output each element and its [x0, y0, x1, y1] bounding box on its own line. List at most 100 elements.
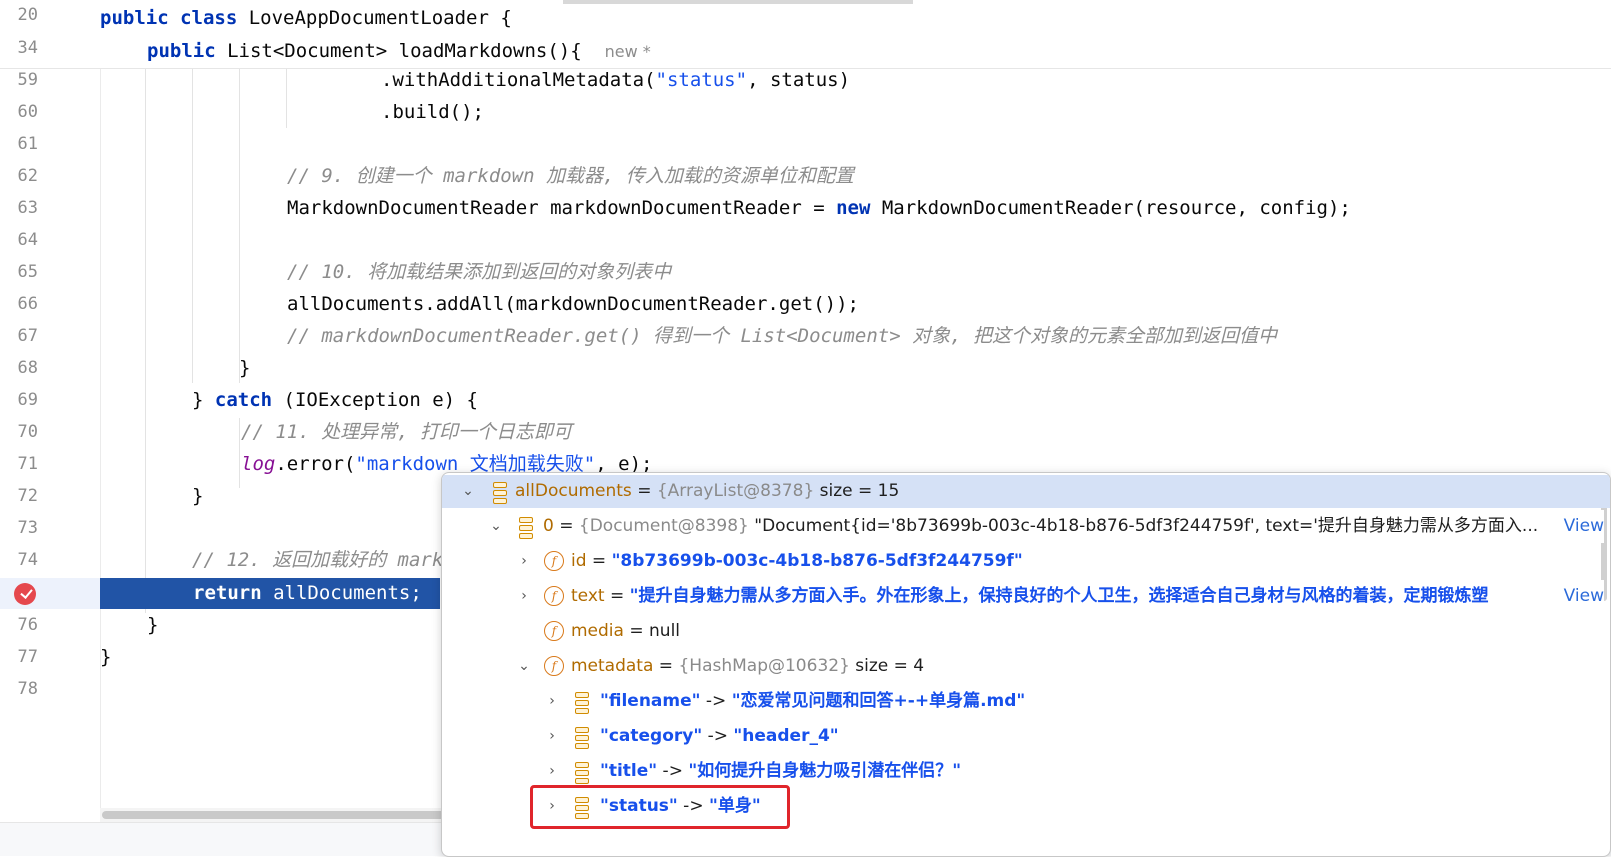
tree-node-allDocuments[interactable]: ⌄ allDocuments = {ArrayList@8378} size =…	[442, 475, 1610, 508]
line-number: 60	[17, 102, 38, 122]
arrow: ->	[702, 726, 734, 746]
equals-sign: =	[553, 516, 579, 536]
tree-node-map-entry[interactable]: › "category" -> "header_4"	[442, 720, 1610, 753]
keyword: return	[193, 582, 262, 604]
keyword: catch	[214, 389, 273, 411]
object-ref: {ArrayList@8378}	[656, 481, 815, 501]
tree-node-id[interactable]: › f id = "8b73699b-003c-4b18-b876-5df3f2…	[442, 545, 1610, 578]
code-line-66[interactable]: allDocuments.addAll(markdownDocumentRead…	[287, 288, 859, 320]
chevron-down-icon[interactable]: ⌄	[514, 650, 534, 683]
variable-name: metadata	[571, 656, 654, 676]
class-name: LoveAppDocumentLoader {	[237, 7, 512, 29]
tree-node-item-0[interactable]: ⌄ 0 = {Document@8398} "Document{id='8b73…	[442, 510, 1610, 543]
line-number: 67	[17, 326, 38, 346]
code-line-60[interactable]: .build();	[381, 96, 484, 128]
indent-guide	[145, 68, 146, 613]
code-text: (IOException e) {	[272, 389, 478, 411]
top-scroll-indicator[interactable]	[563, 0, 913, 4]
chevron-down-icon[interactable]: ⌄	[486, 510, 506, 543]
code-comment-67[interactable]: // markdownDocumentReader.get() 得到一个 Lis…	[287, 320, 1277, 352]
list-icon	[493, 482, 507, 504]
line-number: 72	[17, 486, 38, 506]
code-text: , status)	[747, 69, 851, 91]
line-number: 66	[17, 294, 38, 314]
tree-node-map-entry[interactable]: › "filename" -> "恋爱常见问题和回答+-+单身篇.md"	[442, 685, 1610, 718]
keyword: new	[836, 197, 871, 219]
tree-node-media[interactable]: f media = null	[442, 615, 1610, 648]
variable-name: text	[571, 586, 605, 606]
variable-name: allDocuments	[515, 481, 632, 501]
author-hint: new *	[604, 42, 651, 61]
code-line-72[interactable]: }	[192, 480, 203, 512]
code-text: }	[192, 389, 215, 411]
indent-guide	[192, 68, 193, 383]
tree-node-text[interactable]: › f text = "提升自身魅力需从多方面入手。外在形象上，保持良好的个人卫…	[442, 580, 1610, 613]
object-ref: {HashMap@10632}	[678, 656, 850, 676]
method-signature: List<Document> loadMarkdowns(){	[215, 40, 582, 62]
code-line-68[interactable]: }	[239, 352, 250, 384]
chevron-right-icon[interactable]: ›	[542, 685, 562, 718]
line-number: 70	[17, 422, 38, 442]
code-line-69[interactable]: } catch (IOException e) {	[192, 384, 478, 416]
code-text: .error(	[275, 453, 356, 475]
field-icon: f	[544, 586, 564, 606]
indent-guide	[286, 68, 287, 128]
code-text: MarkdownDocumentReader markdownDocumentR…	[287, 197, 837, 219]
code-line-63[interactable]: MarkdownDocumentReader markdownDocumentR…	[287, 192, 1351, 224]
code-line-75-current[interactable]: return allDocuments;	[193, 577, 422, 609]
map-entry-icon	[575, 692, 589, 714]
line-number: 20	[17, 5, 38, 25]
null-value: null	[649, 621, 681, 641]
size-label: size = 15	[814, 481, 900, 501]
variable-name: media	[571, 621, 624, 641]
equals-sign: =	[604, 586, 630, 606]
line-number: 61	[17, 134, 38, 154]
chevron-right-icon[interactable]: ›	[514, 580, 534, 613]
code-comment-74[interactable]: // 12. 返回加载好的 mark	[192, 544, 443, 576]
indent-guide	[239, 68, 240, 383]
map-entry-icon	[575, 727, 589, 749]
breakpoint-icon[interactable]	[14, 583, 36, 605]
code-line-class-declaration[interactable]: public class LoveAppDocumentLoader {	[100, 2, 512, 34]
code-line-method-declaration[interactable]: public List<Document> loadMarkdowns(){ n…	[147, 35, 651, 67]
object-preview: "Document{id='8b73699b-003c-4b18-b876-5d…	[748, 516, 1539, 536]
size-label: size = 4	[849, 656, 925, 676]
variable-name: 0	[543, 516, 554, 536]
variable-name: id	[571, 551, 587, 571]
line-number: 73	[17, 518, 38, 538]
field-icon: f	[544, 551, 564, 571]
code-comment-62[interactable]: // 9. 创建一个 markdown 加载器, 传入加载的资源单位和配置	[287, 160, 854, 192]
sticky-scope-header: 20 public class LoveAppDocumentLoader { …	[0, 0, 1611, 69]
field-icon: f	[544, 656, 564, 676]
line-number: 69	[17, 390, 38, 410]
line-number: 63	[17, 198, 38, 218]
equals-sign: =	[631, 481, 657, 501]
chevron-right-icon[interactable]: ›	[542, 720, 562, 753]
string-literal: "status"	[655, 69, 748, 91]
equals-sign: =	[653, 656, 679, 676]
code-line-77[interactable]: }	[100, 641, 111, 673]
view-link[interactable]: View	[1559, 580, 1604, 613]
chevron-down-icon[interactable]: ⌄	[458, 475, 478, 508]
arrow: ->	[700, 691, 732, 711]
map-key: "title"	[600, 761, 658, 781]
tree-node-map-entry[interactable]: › "title" -> "如何提升自身魅力吸引潜在伴侣？"	[442, 755, 1610, 788]
chevron-right-icon[interactable]: ›	[542, 755, 562, 788]
tree-node-metadata[interactable]: ⌄ f metadata = {HashMap@10632} size = 4	[442, 650, 1610, 683]
map-key: "category"	[600, 726, 703, 746]
chevron-right-icon[interactable]: ›	[514, 545, 534, 578]
code-comment-65[interactable]: // 10. 将加载结果添加到返回的对象列表中	[287, 256, 671, 288]
field-reference: log	[241, 453, 276, 475]
string-value: "提升自身魅力需从多方面入手。外在形象上，保持良好的个人卫生，选择适合自己身材与…	[629, 586, 1489, 606]
string-value: "8b73699b-003c-4b18-b876-5df3f244759f"	[611, 551, 1023, 571]
line-number: 74	[17, 550, 38, 570]
field-icon: f	[544, 621, 564, 641]
code-text: MarkdownDocumentReader(resource, config)…	[870, 197, 1351, 219]
code-comment-70[interactable]: // 11. 处理异常, 打印一个日志即可	[241, 416, 572, 448]
code-line-76[interactable]: }	[147, 609, 158, 641]
map-key: "filename"	[600, 691, 701, 711]
equals-sign: =	[623, 621, 650, 641]
view-link[interactable]: View	[1559, 510, 1604, 543]
line-number: 76	[17, 615, 38, 635]
map-value: "恋爱常见问题和回答+-+单身篇.md"	[731, 691, 1026, 711]
